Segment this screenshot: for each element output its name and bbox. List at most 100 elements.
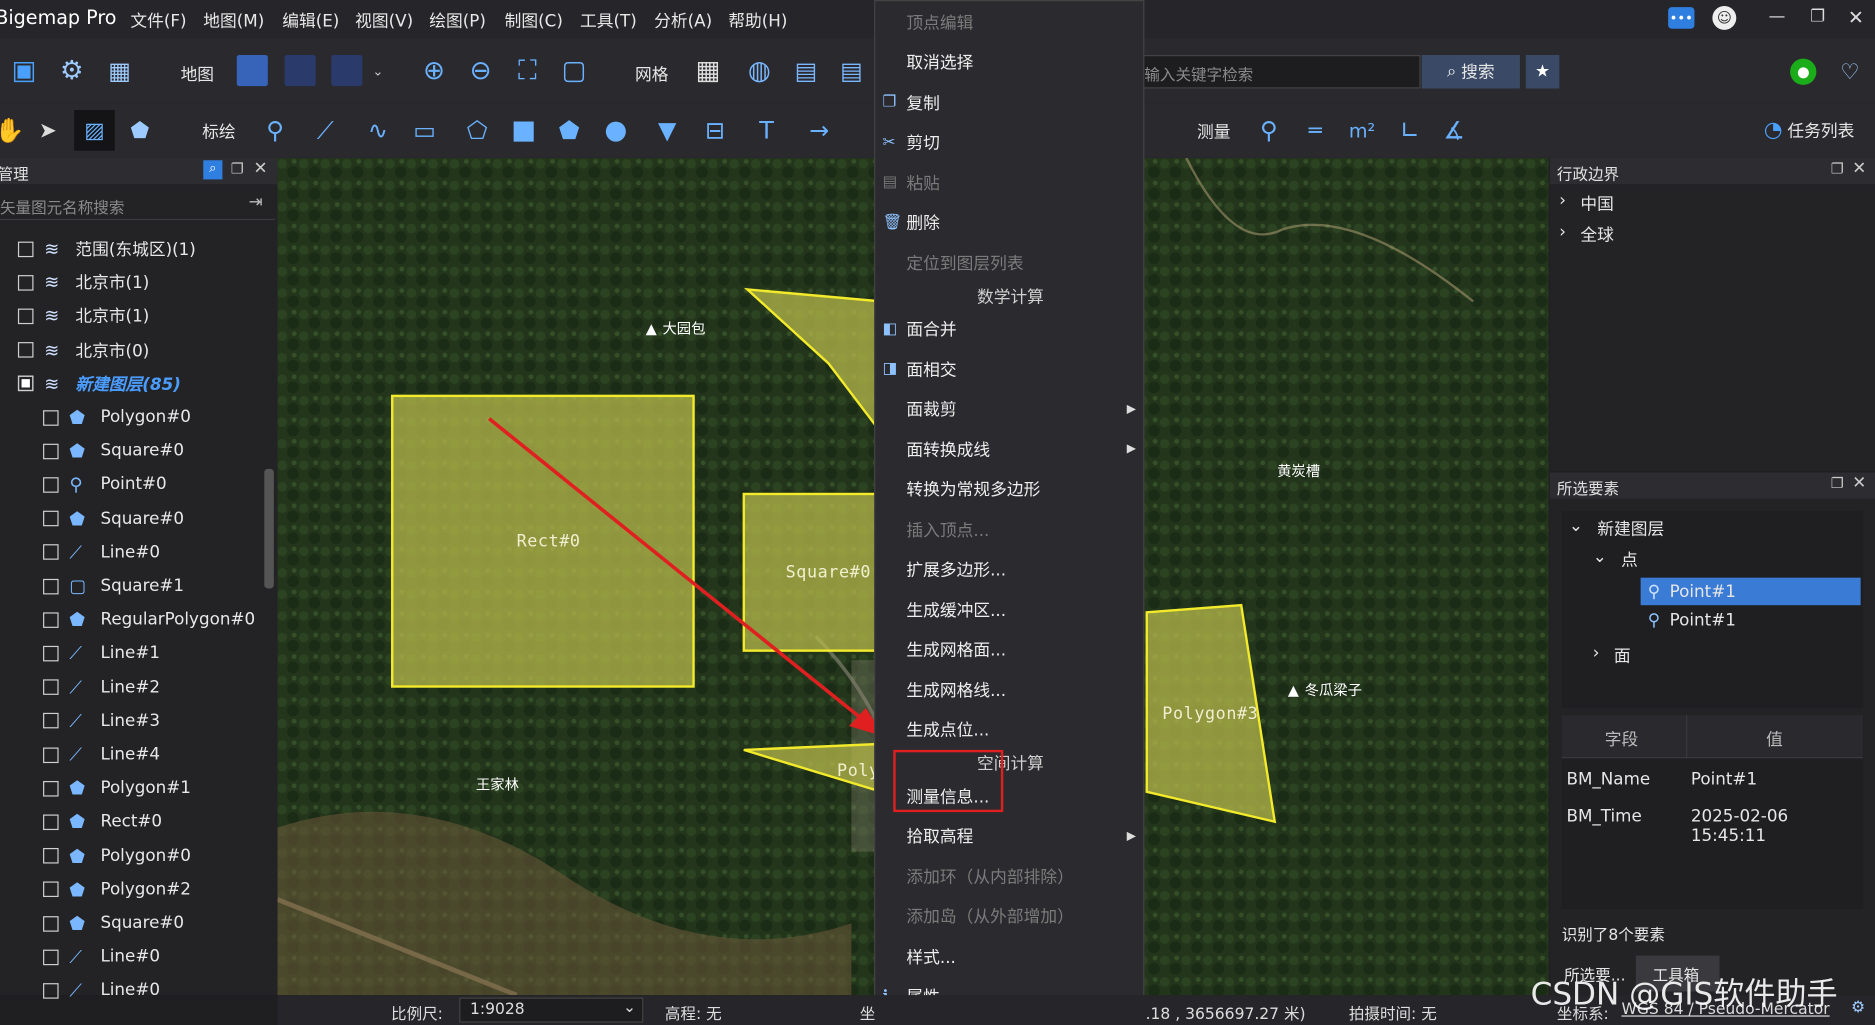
- layer-checkbox[interactable]: [43, 578, 59, 594]
- context-menu-item[interactable]: 拾取高程 ▶: [875, 816, 1145, 855]
- layer-row[interactable]: ⬟ Square#0: [43, 502, 184, 535]
- menu-item[interactable]: 视图(V): [355, 8, 413, 32]
- close-window-icon[interactable]: ✕: [1844, 5, 1868, 29]
- layer-checkbox[interactable]: [43, 477, 59, 493]
- save-icon[interactable]: ▣: [7, 55, 40, 86]
- measure-point-icon[interactable]: ⚲: [1254, 115, 1283, 146]
- layer-checkbox[interactable]: [17, 274, 34, 291]
- context-menu-item[interactable]: ◨ 面相交: [875, 349, 1145, 388]
- menu-item[interactable]: 绘图(P): [429, 8, 486, 32]
- measure-distance-icon[interactable]: ═: [1300, 115, 1331, 146]
- tree-layer-node[interactable]: ⌄ 新建图层: [1569, 517, 1664, 541]
- dark-map-icon[interactable]: [331, 55, 363, 87]
- marker-icon[interactable]: ⚲: [261, 115, 290, 146]
- layer-checkbox[interactable]: [43, 881, 59, 898]
- layer-checkbox[interactable]: [43, 510, 59, 527]
- arrow-tool-icon[interactable]: →: [804, 115, 835, 146]
- minimize-icon[interactable]: —: [1765, 5, 1789, 29]
- satellite-map-icon[interactable]: [236, 55, 268, 87]
- context-menu-item[interactable]: ◧ 面合并: [875, 309, 1145, 348]
- nm-grid-icon[interactable]: ▤: [836, 55, 867, 86]
- tree-point[interactable]: ⚲ Point#1: [1641, 611, 1736, 630]
- menu-item[interactable]: 工具(T): [580, 8, 637, 32]
- polygon-tool-icon[interactable]: ⬠: [462, 115, 493, 146]
- sector-tool-icon[interactable]: ▼: [652, 115, 683, 146]
- night-map-icon[interactable]: [284, 55, 316, 87]
- layer-row[interactable]: ⬟ RegularPolygon#0: [43, 603, 255, 636]
- search-input[interactable]: 输入关键字检索: [1133, 55, 1421, 89]
- tree-point-group[interactable]: ⌄ 点: [1593, 548, 1638, 572]
- layer-row[interactable]: ≋ 范围(东城区)(1): [17, 232, 196, 265]
- layer-row[interactable]: ⟋ Line#2: [43, 670, 160, 703]
- avatar[interactable]: ☺: [1712, 5, 1737, 30]
- layer-checkbox[interactable]: [17, 375, 34, 392]
- layer-checkbox[interactable]: [17, 308, 34, 324]
- context-menu-item[interactable]: 取消选择: [875, 42, 1145, 81]
- message-icon[interactable]: •••: [1668, 7, 1695, 29]
- layer-checkbox[interactable]: [43, 746, 59, 763]
- layer-row[interactable]: ▢ Square#1: [43, 569, 184, 602]
- layer-row[interactable]: ⬟ Polygon#0: [43, 401, 191, 434]
- menu-item[interactable]: 分析(A): [654, 8, 712, 32]
- layer-checkbox[interactable]: [17, 342, 34, 358]
- chevron-down-icon[interactable]: ⌄: [369, 59, 386, 83]
- wechat-icon[interactable]: ●: [1790, 58, 1817, 85]
- layer-checkbox[interactable]: [43, 814, 59, 830]
- close-icon[interactable]: ✕: [1852, 474, 1866, 493]
- close-icon[interactable]: ✕: [1852, 159, 1866, 178]
- layer-checkbox[interactable]: [43, 915, 59, 932]
- pentagon-tool-icon[interactable]: ⬟: [554, 115, 585, 146]
- gear-icon[interactable]: ⚙: [1851, 999, 1865, 1017]
- help-link-icon[interactable]: ♡: [1837, 59, 1863, 85]
- layer-row[interactable]: ⟋ Line#3: [43, 704, 160, 737]
- layer-row[interactable]: ⬟ Polygon#2: [43, 873, 191, 906]
- tree-polygon-group[interactable]: › 面: [1593, 643, 1631, 667]
- context-menu-item[interactable]: 样式...: [875, 936, 1145, 975]
- layer-checkbox[interactable]: [43, 544, 59, 561]
- context-menu-item[interactable]: ✂ 剪切: [875, 123, 1145, 162]
- menu-item[interactable]: 地图(M): [203, 8, 264, 32]
- favorite-icon[interactable]: ★: [1525, 55, 1560, 89]
- layer-search-input[interactable]: 矢量图元名称搜索 ⇥: [0, 189, 276, 221]
- context-menu-item[interactable]: 生成缓冲区...: [875, 590, 1145, 629]
- context-menu-item[interactable]: ❐ 复制: [875, 83, 1145, 122]
- context-menu-item[interactable]: 转换为常规多边形: [875, 469, 1145, 508]
- grid-icon[interactable]: ▦: [692, 55, 723, 86]
- context-menu-item[interactable]: 生成点位...: [875, 710, 1145, 749]
- km-grid-icon[interactable]: ▤: [790, 55, 821, 86]
- undock-icon[interactable]: ❐: [231, 160, 244, 177]
- context-menu-item[interactable]: 生成网格线...: [875, 670, 1145, 709]
- layer-checkbox[interactable]: [43, 780, 59, 797]
- layer-checkbox[interactable]: [17, 241, 34, 257]
- curve-tool-icon[interactable]: ∿: [362, 115, 393, 146]
- zoom-in-icon[interactable]: ⊕: [419, 55, 450, 86]
- undock-icon[interactable]: ❐: [1831, 160, 1844, 177]
- edit-vertex-icon[interactable]: ⬟: [124, 115, 155, 146]
- map-label[interactable]: 地图: [181, 62, 214, 86]
- layer-row[interactable]: ⟋ Line#0: [43, 536, 160, 569]
- layer-checkbox[interactable]: [43, 983, 59, 999]
- layer-row[interactable]: ≋ 北京市(1): [17, 299, 149, 332]
- collapse-panel-icon[interactable]: ⇥: [249, 193, 263, 212]
- task-list-button[interactable]: ◔ 任务列表: [1764, 117, 1855, 142]
- restore-icon[interactable]: ❐: [1806, 5, 1830, 29]
- layer-checkbox[interactable]: [43, 949, 59, 965]
- circle-tool-icon[interactable]: ●: [600, 115, 631, 146]
- layer-row[interactable]: ⟋ Line#1: [43, 637, 160, 670]
- layer-row[interactable]: ⟋ Line#4: [43, 738, 160, 771]
- context-menu-item[interactable]: 面转换成线 ▶: [875, 429, 1145, 468]
- context-menu-item[interactable]: 扩展多边形...: [875, 550, 1145, 589]
- scale-select[interactable]: 1:9028 ⌄: [459, 997, 644, 1023]
- image-icon[interactable]: ▦: [103, 55, 136, 86]
- line-tool-icon[interactable]: ⟋: [310, 115, 341, 146]
- layer-checkbox[interactable]: [43, 409, 59, 426]
- context-menu-item[interactable]: 🗑 删除: [875, 203, 1145, 242]
- close-icon[interactable]: ✕: [254, 159, 268, 178]
- layer-checkbox[interactable]: [43, 611, 59, 628]
- layer-row[interactable]: ⬟ Polygon#0: [43, 839, 191, 872]
- layer-checkbox[interactable]: [43, 443, 59, 459]
- layer-row[interactable]: ≋ 北京市(0): [17, 333, 149, 366]
- context-menu-item[interactable]: 生成网格面...: [875, 630, 1145, 669]
- menu-item[interactable]: 文件(F): [130, 8, 186, 32]
- layer-checkbox[interactable]: [43, 679, 59, 696]
